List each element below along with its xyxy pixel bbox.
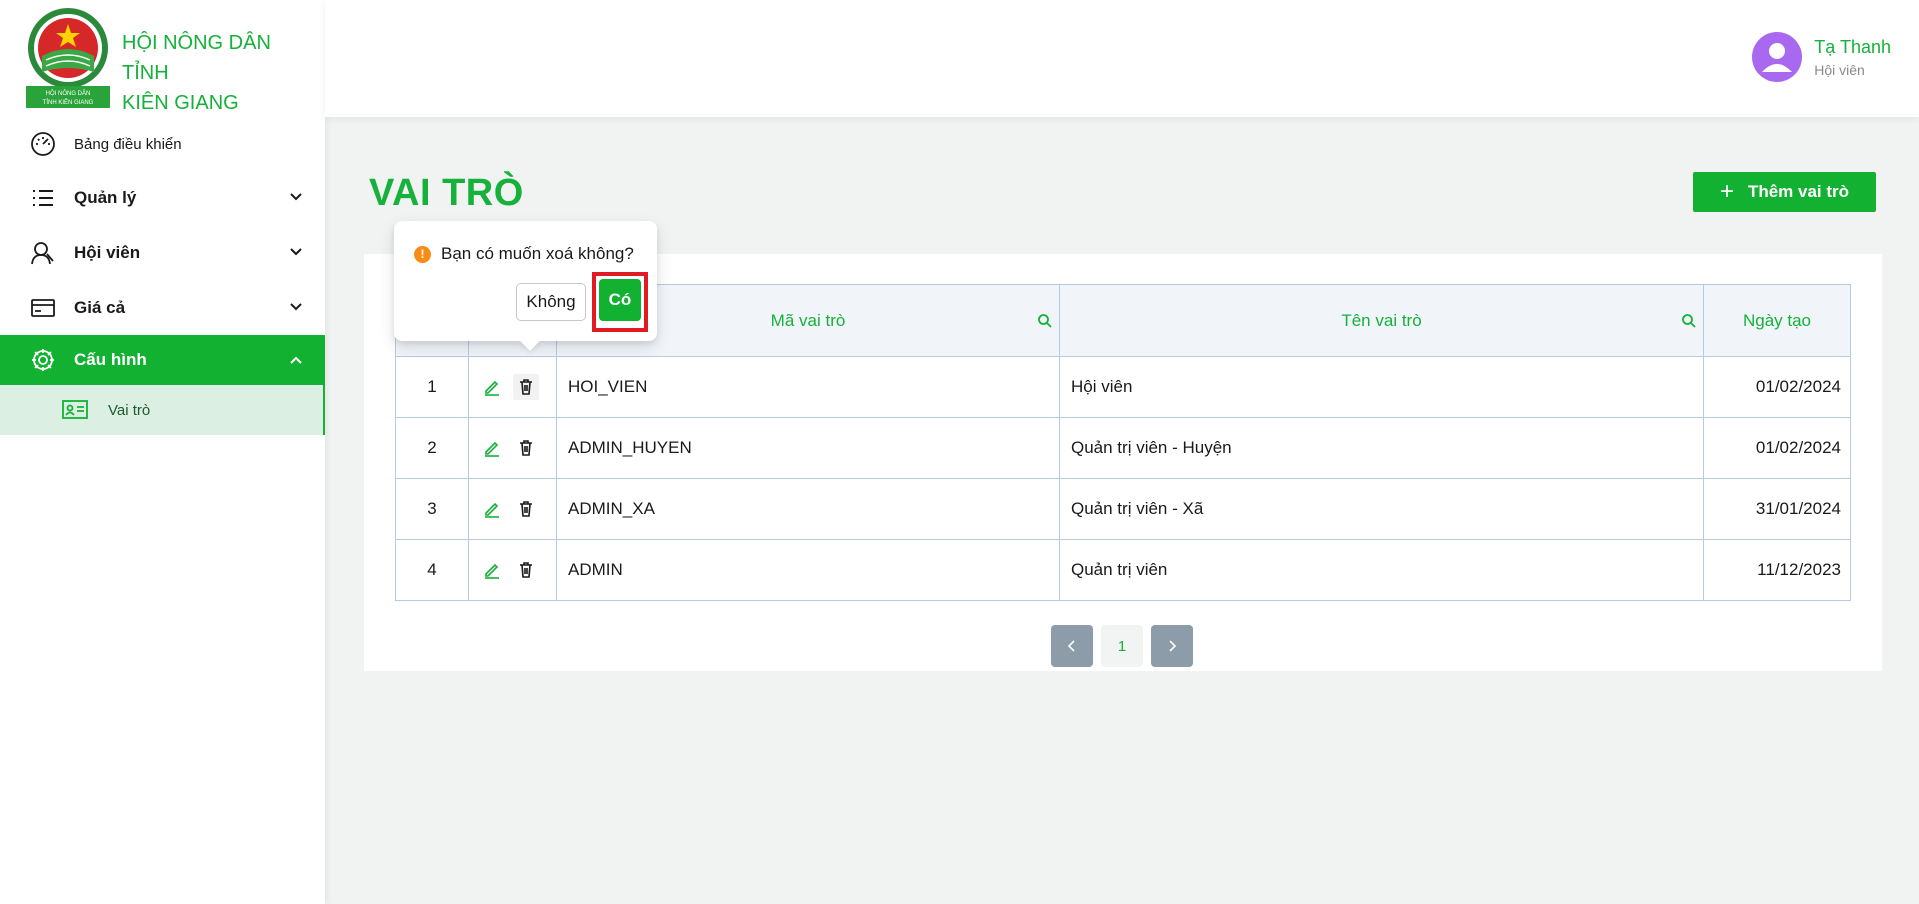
page-number[interactable]: 1: [1101, 625, 1143, 667]
cancel-button[interactable]: Không: [516, 283, 586, 321]
search-icon[interactable]: [1037, 313, 1053, 329]
cell-name: Hội viên: [1059, 356, 1704, 418]
list-icon: [28, 183, 58, 213]
sidebar-item-label: Cấu hình: [74, 350, 147, 369]
cell-name: Quản trị viên - Xã: [1059, 478, 1704, 540]
edit-icon[interactable]: [479, 496, 505, 522]
popconfirm-message-row: ! Bạn có muốn xoá không?: [414, 244, 634, 264]
sidebar-item-hoi-vien[interactable]: Hội viên: [0, 225, 325, 280]
cell-stt: 3: [395, 478, 469, 540]
table-row: 3 ADMIN_XA Quản trị viên - Xã 31/01/2024: [395, 478, 1851, 540]
trash-icon[interactable]: [513, 435, 539, 461]
sidebar-item-label: Bảng điều khiển: [74, 135, 182, 153]
table-row: 2 ADMIN_HUYEN Quản trị viên - Huyện 01/0…: [395, 417, 1851, 479]
user-menu[interactable]: Tạ Thanh Hội viên: [1752, 32, 1891, 82]
chevron-right-icon: [1169, 640, 1177, 652]
col-name[interactable]: Tên vai trò: [1059, 284, 1704, 357]
user-role: Hội viên: [1814, 61, 1865, 78]
sidebar-item-quan-ly[interactable]: Quản lý: [0, 170, 325, 225]
top-header: Tạ Thanh Hội viên: [325, 0, 1919, 117]
brand-line2: KIÊN GIANG: [122, 92, 239, 114]
cell-code: ADMIN: [556, 539, 1060, 601]
user-name: Tạ Thanh: [1814, 36, 1891, 57]
cell-code: ADMIN_HUYEN: [556, 417, 1060, 479]
cell-stt: 2: [395, 417, 469, 479]
trash-icon[interactable]: [513, 496, 539, 522]
member-icon: [28, 238, 58, 268]
cell-date: 01/02/2024: [1703, 356, 1851, 418]
delete-popconfirm: ! Bạn có muốn xoá không? Không Có: [394, 221, 657, 341]
table-row: 4 ADMIN Quản trị viên 11/12/2023: [395, 539, 1851, 601]
cell-code: HOI_VIEN: [556, 356, 1060, 418]
sidebar-menu: Bảng điều khiển Quản lý Hội viên Giá cả: [0, 118, 325, 435]
plus-icon: +: [1719, 178, 1734, 205]
col-date: Ngày tạo: [1703, 284, 1851, 357]
cell-actions: [468, 478, 557, 540]
cell-name: Quản trị viên - Huyện: [1059, 417, 1704, 479]
prev-page-button[interactable]: [1051, 625, 1093, 667]
cell-actions: [468, 417, 557, 479]
cell-date: 01/02/2024: [1703, 417, 1851, 479]
chevron-left-icon: [1067, 640, 1075, 652]
sidebar-item-label: Hội viên: [74, 242, 141, 262]
col-code-label: Mã vai trò: [770, 310, 846, 330]
avatar: [1752, 32, 1803, 82]
warning-icon: !: [414, 245, 431, 263]
page-title: VAI TRÒ: [369, 172, 524, 214]
chevron-down-icon: [290, 248, 302, 256]
sidebar-item-label: Giá cả: [74, 297, 126, 317]
sidebar-item-cau-hinh[interactable]: Cấu hình: [0, 335, 325, 385]
cell-stt: 1: [395, 356, 469, 418]
gear-icon: [28, 345, 58, 375]
sidebar-item-gia-ca[interactable]: Giá cả: [0, 280, 325, 335]
chevron-down-icon: [290, 193, 302, 201]
sidebar-item-label: Vai trò: [108, 401, 151, 419]
logo-text-line1: HỘI NÔNG DÂN: [46, 90, 91, 97]
cell-date: 31/01/2024: [1703, 478, 1851, 540]
edit-icon[interactable]: [479, 374, 505, 400]
sidebar-item-vai-tro[interactable]: Vai trò: [0, 385, 325, 435]
col-date-label: Ngày tạo: [1742, 310, 1812, 330]
popconfirm-message: Bạn có muốn xoá không?: [441, 244, 634, 263]
edit-icon[interactable]: [479, 435, 505, 461]
dashboard-icon: [28, 129, 58, 159]
table-row: 1 HOI_VIEN Hội viên 01/02/2024: [395, 356, 1851, 418]
sidebar-item-dashboard[interactable]: Bảng điều khiển: [0, 118, 325, 170]
pagination: 1: [1051, 625, 1193, 667]
cell-code: ADMIN_XA: [556, 478, 1060, 540]
cell-stt: 4: [395, 539, 469, 601]
brand-name: HỘI NÔNG DÂN TỈNH KIÊN GIANG: [122, 28, 318, 118]
next-page-button[interactable]: [1151, 625, 1193, 667]
cell-actions: [468, 356, 557, 418]
confirm-button[interactable]: Có: [599, 279, 641, 321]
sidebar-item-label: Quản lý: [74, 187, 137, 207]
search-icon[interactable]: [1681, 313, 1697, 329]
logo: HỘI NÔNG DÂN TỈNH KIÊN GIANG: [26, 8, 110, 108]
highlight-box: Có: [592, 272, 648, 332]
sidebar: HỘI NÔNG DÂN TỈNH KIÊN GIANG HỘI NÔNG DÂ…: [0, 0, 325, 904]
brand-line1: HỘI NÔNG DÂN TỈNH: [122, 32, 271, 84]
logo-text-line2: TỈNH KIÊN GIANG: [43, 98, 94, 106]
trash-icon[interactable]: [513, 557, 539, 583]
cell-date: 11/12/2023: [1703, 539, 1851, 601]
id-card-icon: [60, 395, 90, 425]
add-role-button[interactable]: + Thêm vai trò: [1693, 172, 1876, 212]
cell-actions: [468, 539, 557, 601]
cell-name: Quản trị viên: [1059, 539, 1704, 601]
card-icon: [28, 293, 58, 323]
chevron-down-icon: [290, 303, 302, 311]
add-role-label: Thêm vai trò: [1747, 182, 1850, 201]
col-name-label: Tên vai trò: [1341, 310, 1422, 330]
brand[interactable]: HỘI NÔNG DÂN TỈNH KIÊN GIANG HỘI NÔNG DÂ…: [18, 6, 318, 114]
trash-icon[interactable]: [513, 374, 539, 400]
edit-icon[interactable]: [479, 557, 505, 583]
chevron-up-icon: [290, 356, 302, 364]
